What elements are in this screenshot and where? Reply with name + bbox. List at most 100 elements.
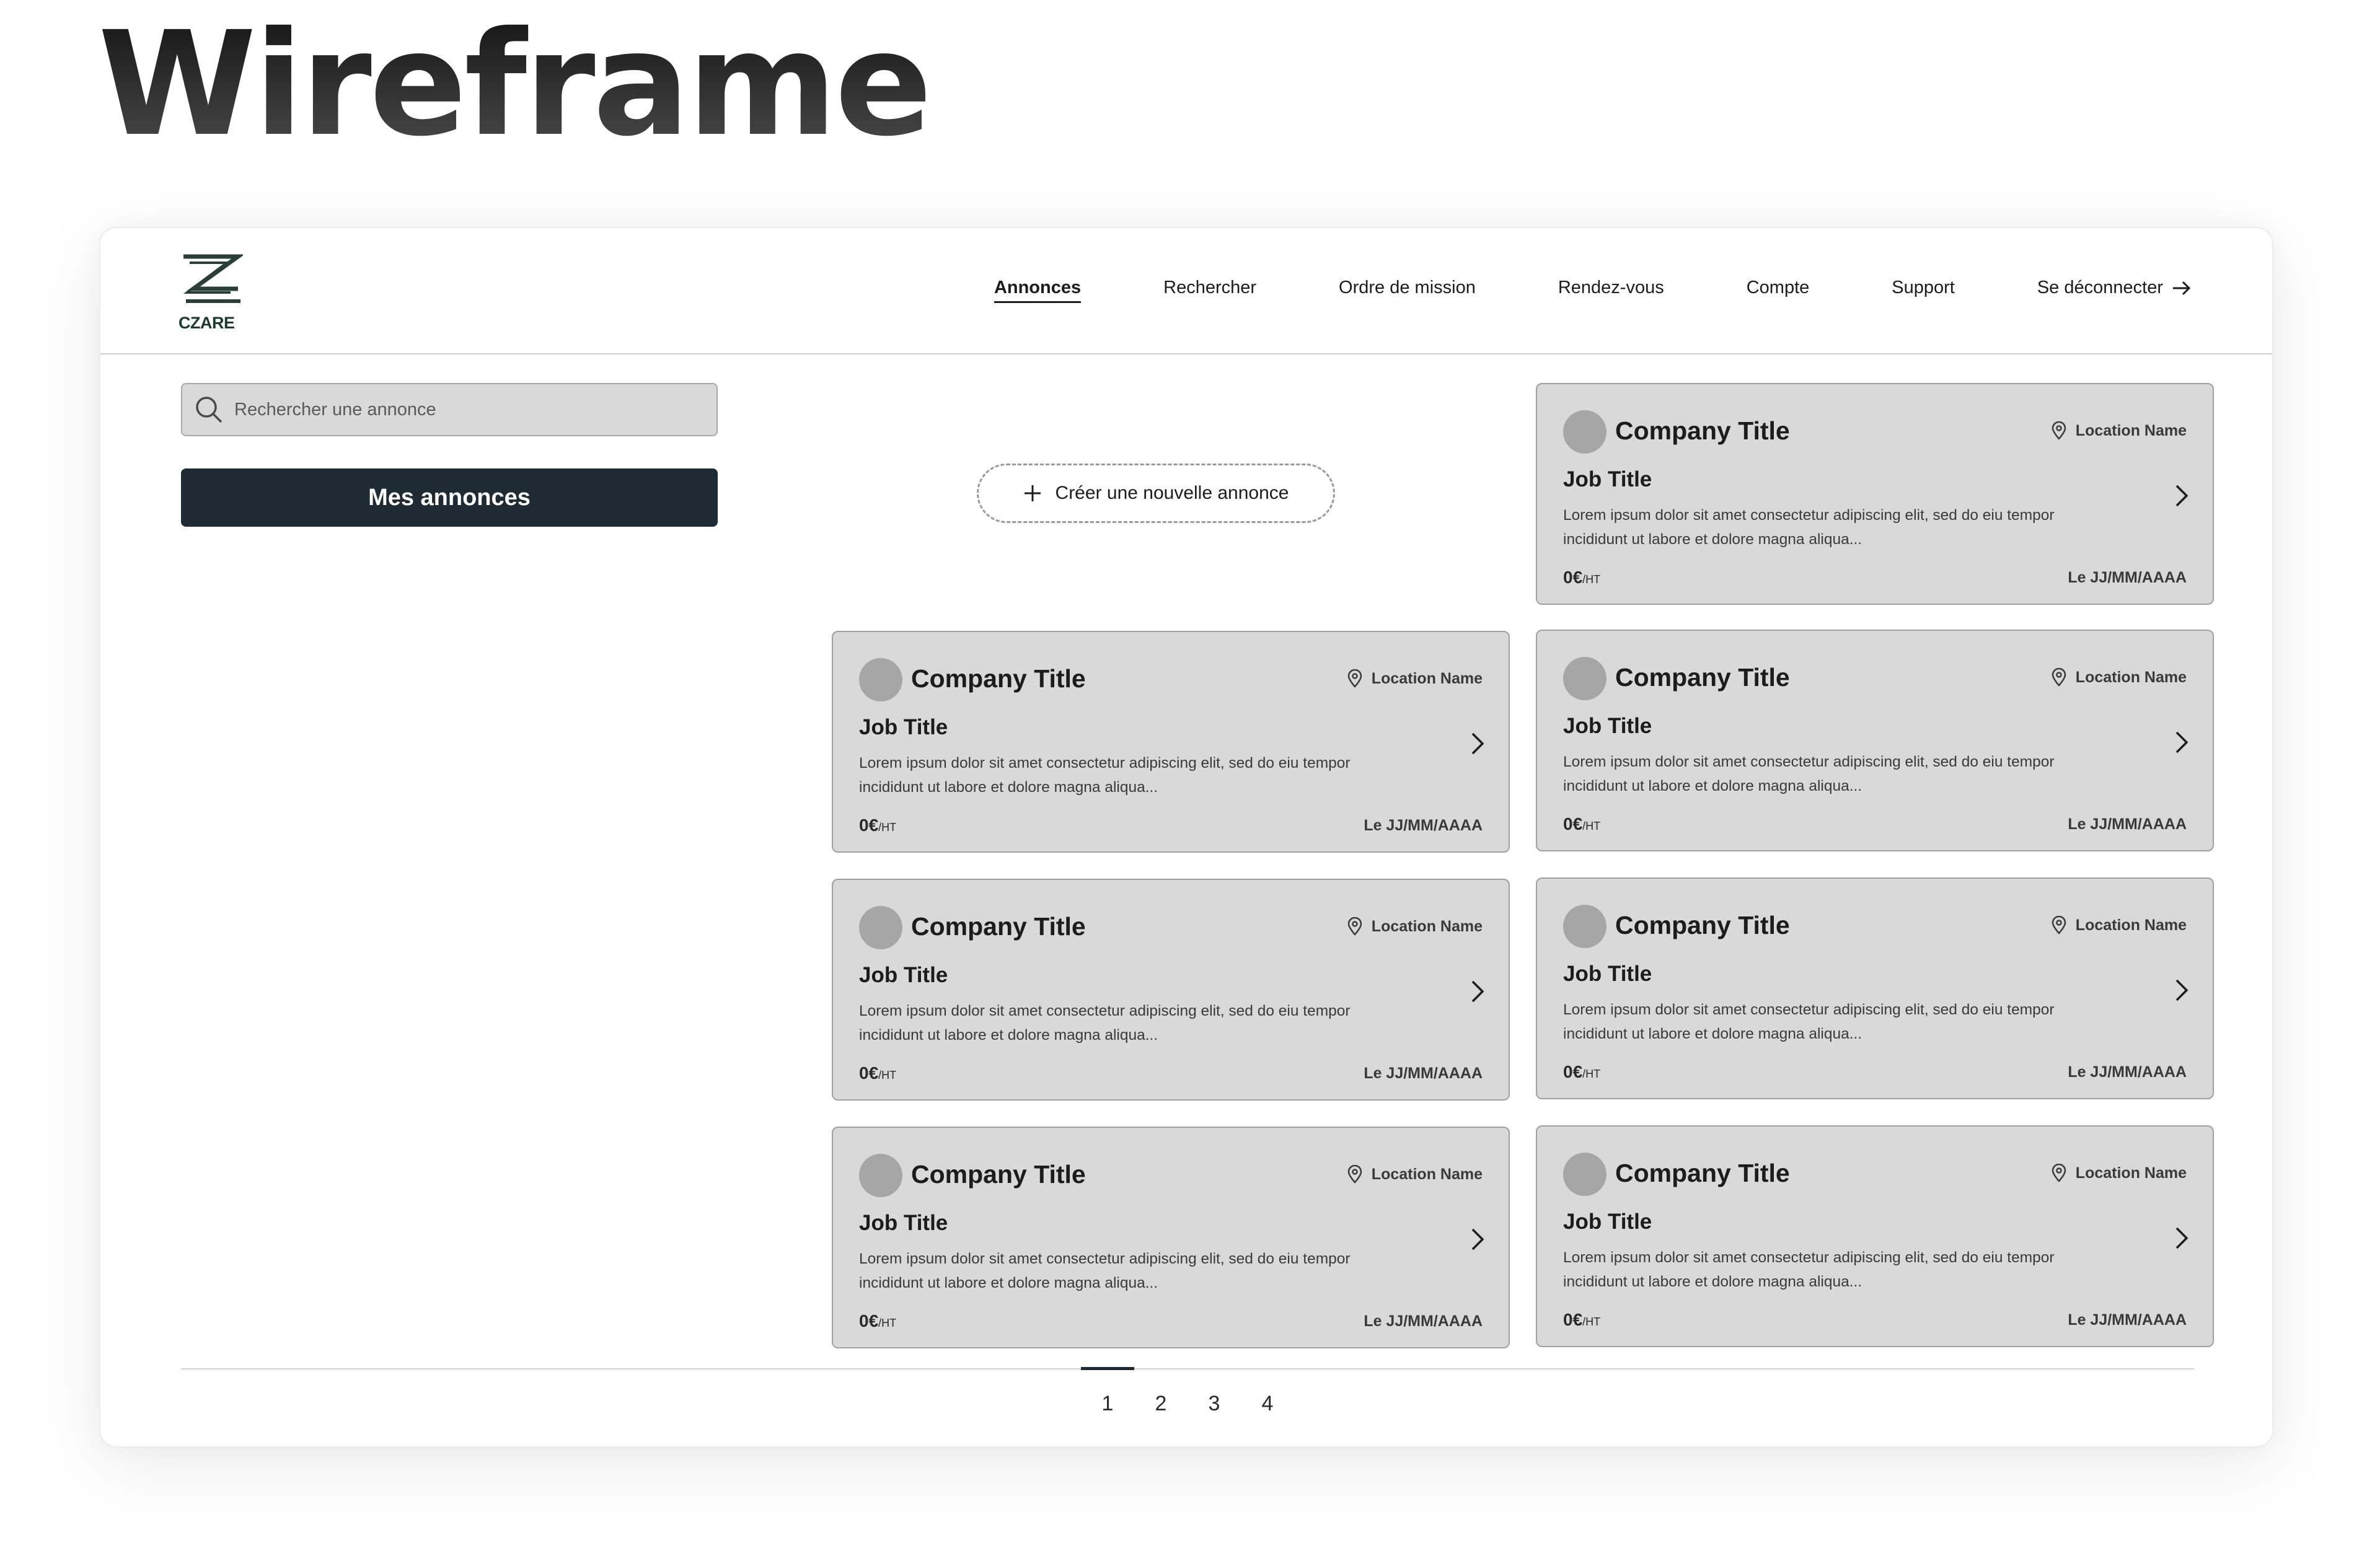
company-avatar	[1563, 657, 1606, 700]
company-title: Company Title	[1615, 663, 1790, 692]
arrow-right-icon	[2173, 281, 2191, 295]
czare-logo[interactable]: CZARE	[178, 253, 247, 332]
annonce-card[interactable]: Company Title Location Name Job Title Lo…	[1536, 383, 2214, 605]
chevron-right-icon[interactable]	[1470, 979, 1485, 1004]
create-annonce-button[interactable]: Créer une nouvelle annonce	[977, 464, 1335, 523]
chevron-right-icon[interactable]	[1470, 1227, 1485, 1252]
app-window: CZARE Annonces Rechercher Ordre de missi…	[99, 227, 2273, 1448]
price: 0€/HT	[859, 815, 896, 835]
chevron-right-icon[interactable]	[2174, 483, 2189, 508]
nav-rendez-vous[interactable]: Rendez-vous	[1558, 278, 1664, 298]
location-pin-icon	[2052, 668, 2066, 687]
annonce-card[interactable]: Company Title Location Name Job Title Lo…	[1536, 877, 2214, 1099]
date: Le JJ/MM/AAAA	[1364, 1312, 1483, 1330]
logo-text: CZARE	[178, 314, 235, 332]
location-name: Location Name	[2075, 421, 2187, 439]
company-avatar	[1563, 905, 1606, 948]
company-title: Company Title	[911, 1160, 1086, 1189]
job-title: Job Title	[859, 715, 948, 739]
nav-ordre-de-mission[interactable]: Ordre de mission	[1339, 278, 1476, 298]
price-unit: /HT	[1582, 573, 1601, 586]
price: 0€/HT	[1563, 1310, 1600, 1330]
nav-support[interactable]: Support	[1892, 278, 1955, 298]
job-description: Lorem ipsum dolor sit amet consectetur a…	[1563, 754, 2055, 794]
mes-annonces-button[interactable]: Mes annonces	[181, 468, 718, 527]
job-description: Lorem ipsum dolor sit amet consectetur a…	[859, 755, 1351, 796]
company-title: Company Title	[1615, 416, 1790, 445]
job-title: Job Title	[1563, 467, 1652, 491]
price-value: 0€	[1563, 1062, 1583, 1081]
date: Le JJ/MM/AAAA	[1364, 817, 1483, 834]
date: Le JJ/MM/AAAA	[2068, 1311, 2187, 1329]
job-title: Job Title	[1563, 714, 1652, 738]
page-2[interactable]: 2	[1134, 1367, 1188, 1416]
nav-annonces[interactable]: Annonces	[994, 278, 1082, 303]
price: 0€/HT	[1563, 1062, 1600, 1082]
job-description: Lorem ipsum dolor sit amet consectetur a…	[1563, 1001, 2055, 1042]
page-title: Wireframe	[98, 1, 932, 168]
date: Le JJ/MM/AAAA	[2068, 569, 2187, 586]
page-4[interactable]: 4	[1241, 1367, 1294, 1416]
location: Location Name	[1347, 1165, 1483, 1184]
annonce-card[interactable]: Company Title Location Name Job Title Lo…	[832, 1127, 1510, 1348]
main-nav: Annonces Rechercher Ordre de mission Ren…	[912, 278, 2192, 303]
annonce-card[interactable]: Company Title Location Name Job Title Lo…	[1536, 630, 2214, 851]
location-pin-icon	[2052, 1164, 2066, 1182]
price-unit: /HT	[878, 1317, 897, 1329]
price-value: 0€	[859, 815, 879, 835]
annonce-card[interactable]: Company Title Location Name Job Title Lo…	[832, 631, 1510, 853]
location-name: Location Name	[2075, 1164, 2187, 1182]
page-3[interactable]: 3	[1188, 1367, 1241, 1416]
chevron-right-icon[interactable]	[2174, 1226, 2189, 1251]
plus-icon	[1024, 485, 1041, 501]
company-avatar	[859, 658, 902, 701]
location: Location Name	[2051, 421, 2187, 440]
price-unit: /HT	[1582, 1316, 1601, 1328]
job-description: Lorem ipsum dolor sit amet consectetur a…	[859, 1003, 1351, 1044]
pagination: 1 2 3 4	[1081, 1367, 1294, 1416]
location-pin-icon	[2052, 916, 2066, 934]
location: Location Name	[1347, 669, 1483, 688]
job-title: Job Title	[1563, 1210, 1652, 1234]
price-unit: /HT	[1582, 820, 1601, 832]
location-name: Location Name	[2075, 668, 2187, 686]
annonce-card[interactable]: Company Title Location Name Job Title Lo…	[1536, 1125, 2214, 1347]
job-description: Lorem ipsum dolor sit amet consectetur a…	[859, 1251, 1351, 1291]
location-name: Location Name	[1371, 917, 1483, 935]
search-bar[interactable]	[181, 383, 718, 436]
top-navigation-bar: CZARE Annonces Rechercher Ordre de missi…	[100, 228, 2272, 354]
job-title: Job Title	[859, 1211, 948, 1235]
location-name: Location Name	[2075, 916, 2187, 934]
search-input[interactable]	[233, 398, 707, 421]
search-icon	[196, 397, 223, 423]
create-annonce-label: Créer une nouvelle annonce	[1055, 483, 1289, 503]
chevron-right-icon[interactable]	[2174, 978, 2189, 1003]
nav-compte[interactable]: Compte	[1747, 278, 1810, 298]
price: 0€/HT	[1563, 568, 1600, 587]
price-unit: /HT	[878, 821, 897, 833]
location-name: Location Name	[1371, 1165, 1483, 1183]
job-description: Lorem ipsum dolor sit amet consectetur a…	[1563, 507, 2055, 548]
date: Le JJ/MM/AAAA	[2068, 815, 2187, 833]
chevron-right-icon[interactable]	[1470, 731, 1485, 756]
logo-z-icon	[183, 254, 243, 303]
company-avatar	[1563, 1153, 1606, 1196]
nav-rechercher[interactable]: Rechercher	[1163, 278, 1256, 298]
date: Le JJ/MM/AAAA	[2068, 1063, 2187, 1081]
annonce-card[interactable]: Company Title Location Name Job Title Lo…	[832, 879, 1510, 1101]
location-name: Location Name	[1371, 669, 1483, 687]
logout-link[interactable]: Se déconnecter	[2037, 278, 2192, 298]
chevron-right-icon[interactable]	[2174, 730, 2189, 755]
company-avatar	[859, 906, 902, 949]
job-title: Job Title	[859, 963, 948, 987]
price: 0€/HT	[859, 1063, 896, 1083]
company-avatar	[859, 1154, 902, 1197]
price-value: 0€	[1563, 1310, 1583, 1329]
company-title: Company Title	[1615, 911, 1790, 939]
location: Location Name	[2051, 668, 2187, 687]
location: Location Name	[1347, 917, 1483, 936]
price: 0€/HT	[1563, 814, 1600, 834]
company-title: Company Title	[1615, 1159, 1790, 1187]
location-pin-icon	[1347, 1165, 1362, 1184]
page-1[interactable]: 1	[1081, 1367, 1134, 1416]
